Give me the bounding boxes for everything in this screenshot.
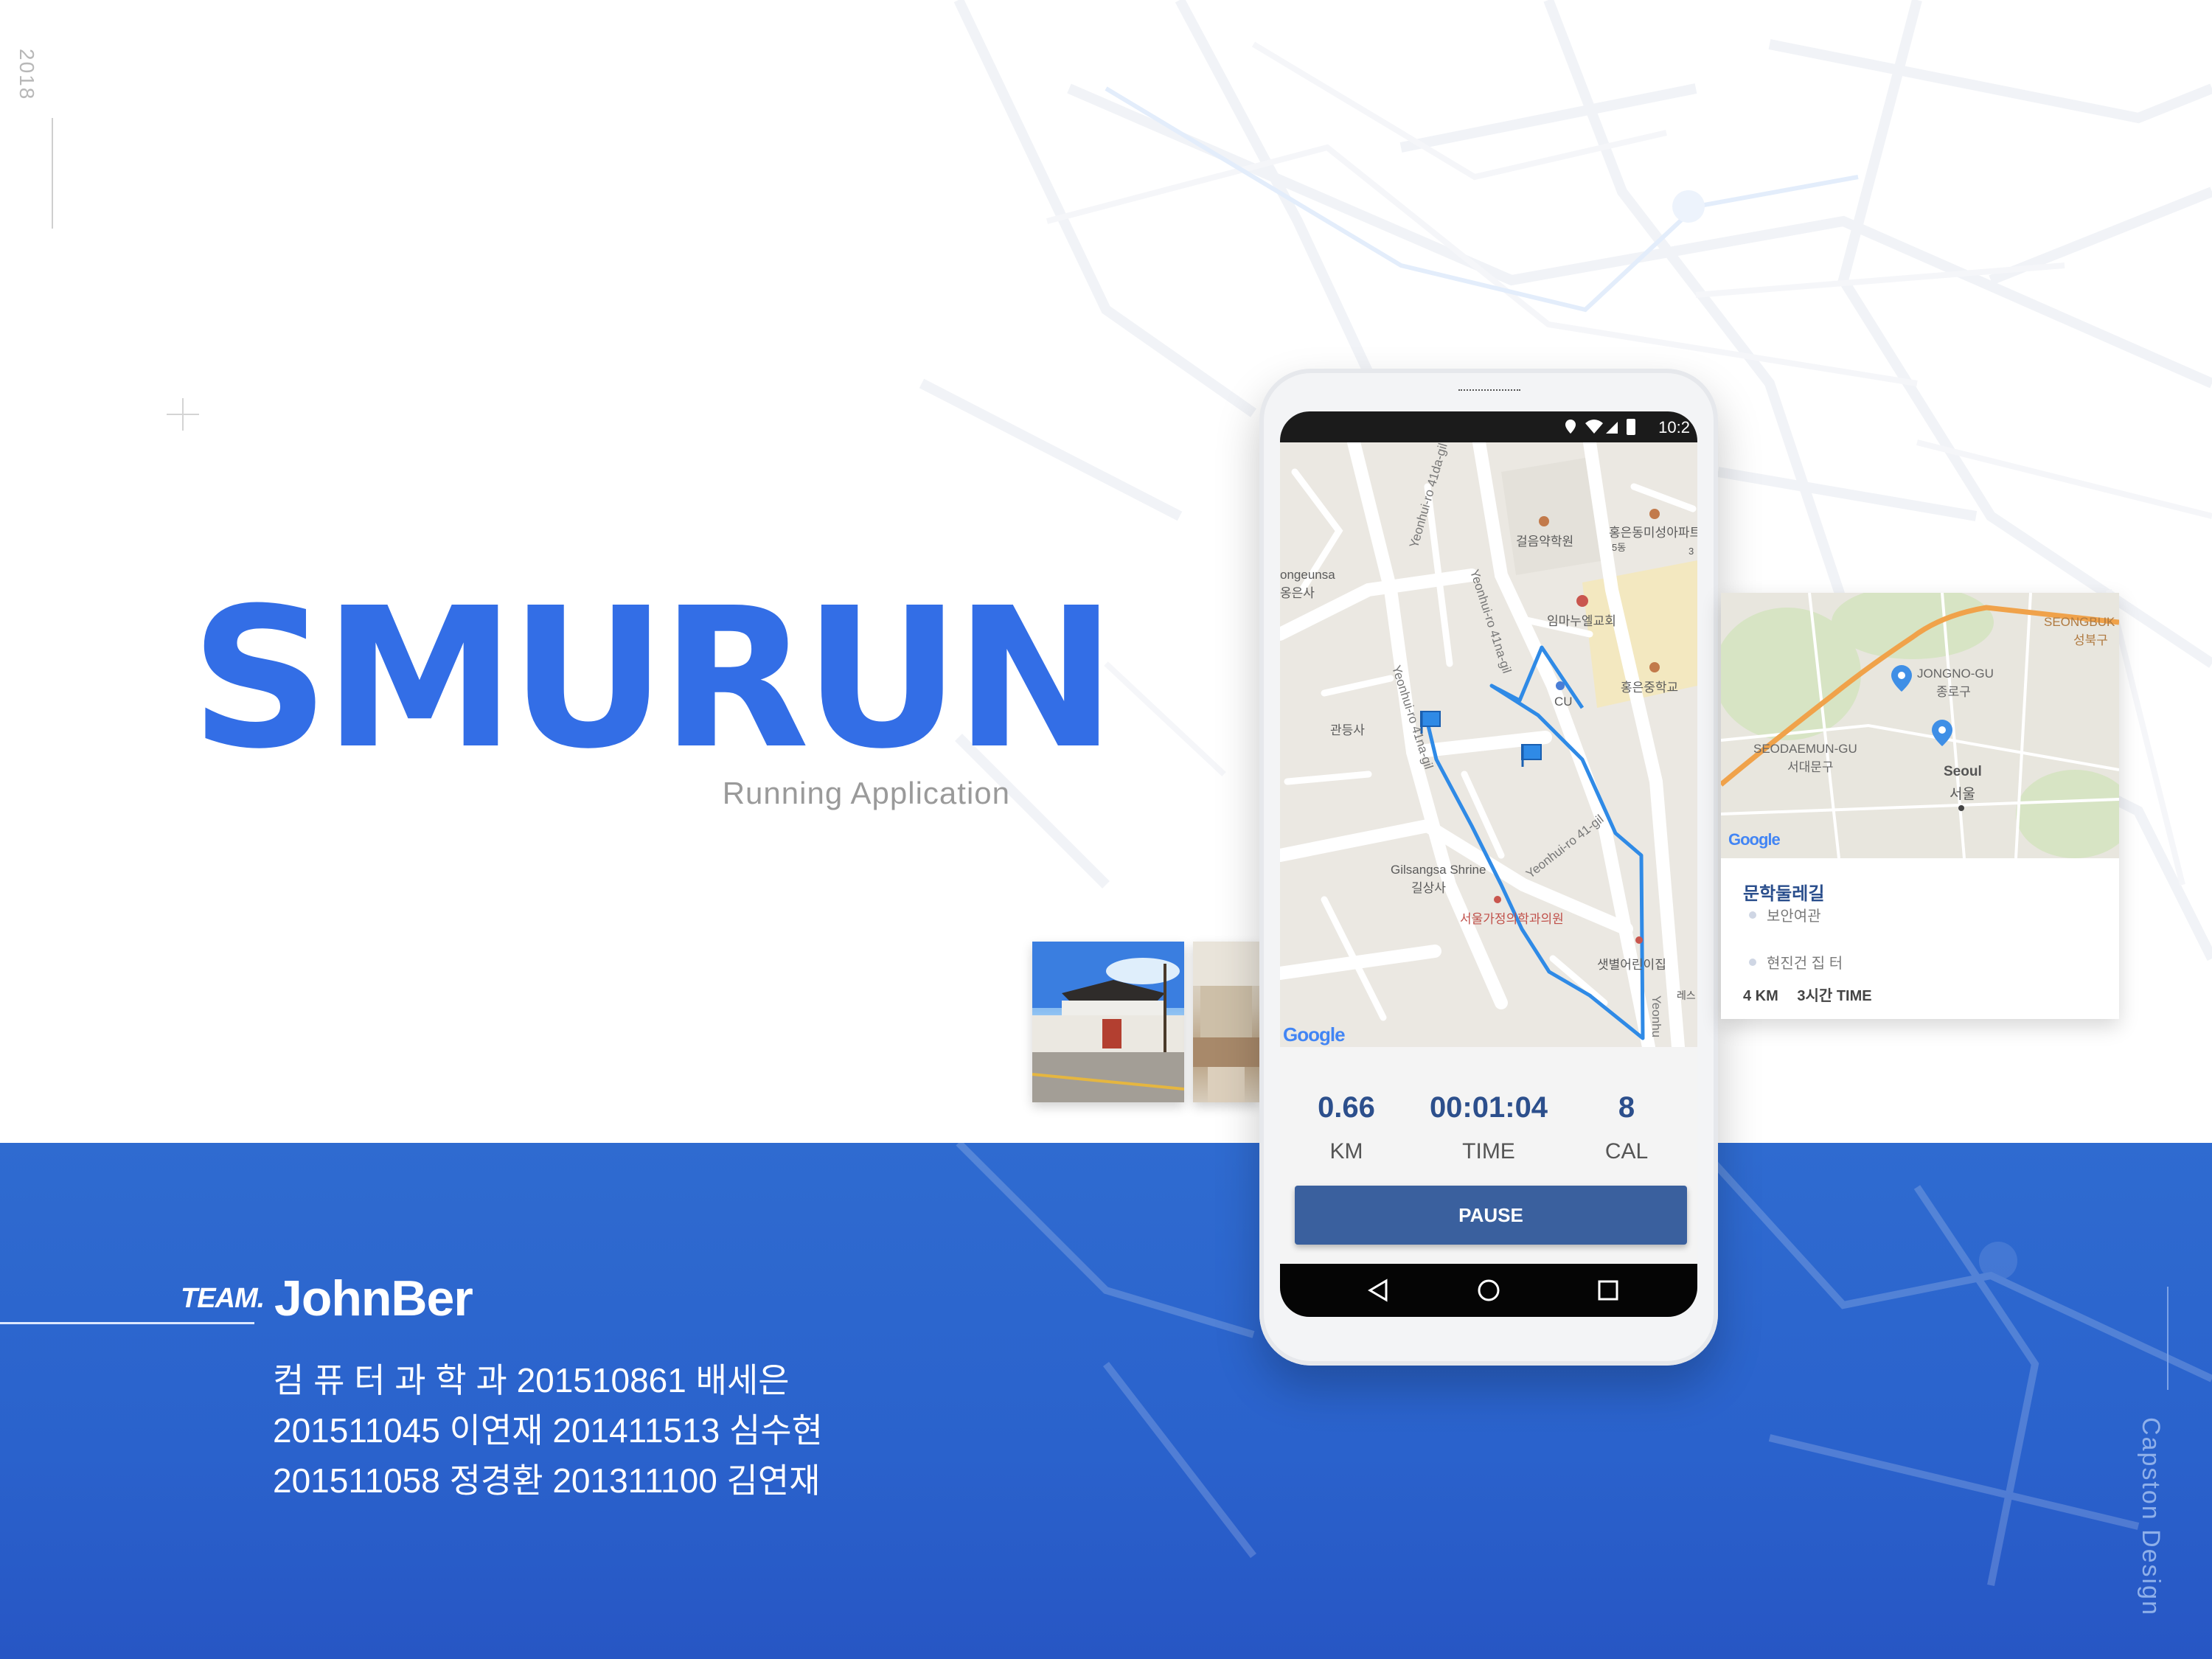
poi-label: 3: [1688, 546, 1694, 557]
poi-label: 길상사: [1411, 881, 1446, 895]
route-stop: 보안여관: [1767, 908, 1821, 925]
member-line: 컴 퓨 터 과 학 과 201510861 배세은: [273, 1361, 790, 1399]
map-region-label: 서대문구: [1787, 760, 1834, 774]
street-label: Yeonhu: [1649, 995, 1663, 1038]
stat-time-value: 00:01:04: [1429, 1091, 1548, 1124]
google-wordmark: Google: [1728, 830, 1781, 849]
year-divider: [52, 118, 53, 229]
route-distance: 4 KM: [1743, 988, 1778, 1004]
map-region-label: SEONGBUK: [2044, 615, 2115, 629]
capston-divider: [2167, 1287, 2168, 1390]
map-region-label: 성북구: [2073, 633, 2108, 647]
poi-label: 관등사: [1330, 723, 1365, 737]
route-summary: 4 KM 3시간 TIME: [1743, 984, 1872, 1005]
back-icon[interactable]: [1368, 1279, 1388, 1302]
map-city-label: 서울: [1950, 787, 1975, 802]
route-time: 3시간 TIME: [1797, 988, 1872, 1004]
poi-label: 5동: [1612, 542, 1627, 553]
member-line: 201511045 이연재 201411513 심수현: [273, 1411, 823, 1450]
poi-label: Gilsangsa Shrine: [1391, 863, 1486, 877]
card-map: SEONGBUK 성북구 JONGNO-GU 종로구 SEODAEMUN-GU …: [1721, 593, 2119, 858]
poi-label: 걸음약학원: [1516, 535, 1574, 549]
map-view[interactable]: Yeonhui-ro 41da-gil Yeonhui-ro 41na-gil …: [1280, 442, 1697, 1047]
home-icon[interactable]: [1478, 1279, 1500, 1301]
poi-label: 서울가정의학과의원: [1460, 912, 1564, 926]
map-region-label: 종로구: [1936, 685, 1971, 699]
stat-distance-value: 0.66: [1318, 1091, 1375, 1124]
poi-label: ongeunsa: [1280, 568, 1335, 582]
team-underline: [0, 1322, 254, 1324]
phone-speaker: [1458, 389, 1520, 395]
poi-label: 레스: [1677, 990, 1696, 1001]
status-icons: [1565, 419, 1635, 435]
app-subtitle: Running Application: [722, 776, 1010, 810]
plus-icon: [167, 398, 199, 431]
card-map-streets: [1721, 593, 2119, 858]
poi-label: 홍은동미성아파트: [1609, 526, 1697, 540]
poi-label: 임마누엘교회: [1547, 614, 1616, 628]
android-nav-bar: [1280, 1264, 1697, 1317]
poi-label: 옹은사: [1280, 586, 1315, 600]
map-region-label: JONGNO-GU: [1917, 667, 1994, 681]
phone-mockup: 10:2 Yeonhui-ro 41da-gil Yeonhui-ro 41na…: [1259, 369, 1718, 1366]
team-name: JohnBer: [274, 1270, 473, 1326]
app-title: SMURUN: [190, 566, 1116, 791]
year-label: 2018: [15, 49, 38, 101]
route-stop-dot: [1749, 911, 1756, 919]
map-city-label: Seoul: [1944, 764, 1982, 779]
stat-calories-label: CAL: [1604, 1139, 1649, 1164]
status-bar: 10:2: [1280, 411, 1697, 442]
stat-calories: 8 CAL: [1560, 1091, 1693, 1164]
team-label: TEAM.: [181, 1283, 265, 1314]
status-time: 10:2: [1658, 418, 1690, 437]
google-logo: Google: [1728, 830, 1781, 849]
phone-screen: 10:2 Yeonhui-ro 41da-gil Yeonhui-ro 41na…: [1280, 411, 1697, 1317]
stat-time-label: TIME: [1462, 1139, 1515, 1164]
photo-palace-wall: [1032, 942, 1184, 1102]
google-wordmark: Google: [1283, 1023, 1346, 1046]
route-card[interactable]: SEONGBUK 성북구 JONGNO-GU 종로구 SEODAEMUN-GU …: [1721, 593, 2119, 1019]
poi-label: 샛별어린이집: [1597, 958, 1666, 972]
stat-distance: 0.66 KM: [1280, 1091, 1413, 1164]
poi-label: CU: [1554, 695, 1573, 709]
route-stop: 현진건 집 터: [1767, 956, 1843, 972]
stat-time: 00:01:04 TIME: [1422, 1091, 1555, 1164]
photo-interior: [1193, 942, 1259, 1102]
poi-label: 홍은중학교: [1621, 681, 1679, 695]
recents-icon[interactable]: [1598, 1280, 1618, 1301]
route-stop-dot: [1749, 959, 1756, 966]
stat-distance-label: KM: [1329, 1139, 1363, 1164]
route-title: 문학둘레길: [1743, 884, 1825, 904]
map-region-label: SEODAEMUN-GU: [1753, 742, 1857, 756]
capston-design-label: Capston Design: [2137, 1417, 2165, 1616]
pause-button[interactable]: PAUSE: [1295, 1186, 1687, 1245]
team-members: 컴 퓨 터 과 학 과 201510861 배세은 201511045 이연재 …: [273, 1355, 823, 1506]
member-line: 201511058 정경환 201311100 김연재: [273, 1461, 821, 1500]
google-logo: Google: [1283, 1023, 1346, 1046]
stat-calories-value: 8: [1618, 1091, 1635, 1124]
